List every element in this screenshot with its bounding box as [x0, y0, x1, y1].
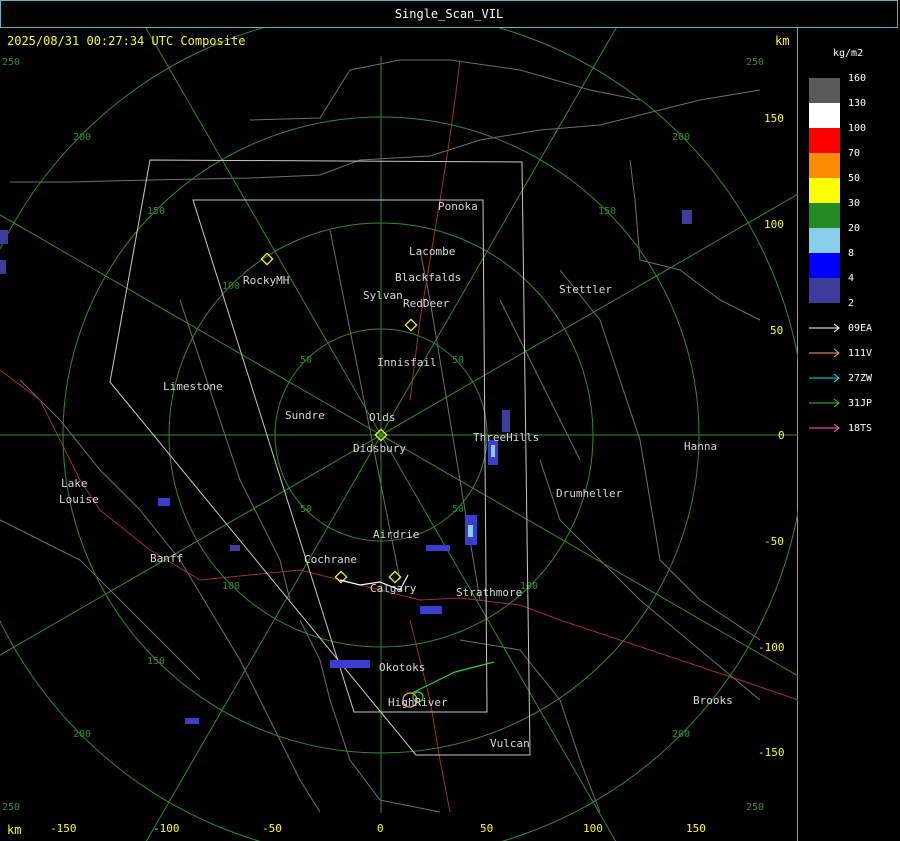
track-label: 09EA	[848, 323, 873, 334]
radar-map-canvas[interactable]: 50 50 50 50 100 100 100 150 150 150 200 …	[0, 28, 798, 841]
y-tick: -100	[758, 641, 785, 654]
svg-text:200: 200	[73, 132, 91, 143]
legend-swatch	[809, 128, 840, 153]
y-tick: 50	[770, 324, 783, 337]
place-label: HighRiver	[388, 696, 448, 709]
x-tick: 50	[480, 822, 493, 835]
svg-text:150: 150	[147, 206, 165, 217]
legend-level-label: 20	[848, 223, 861, 234]
y-tick: -50	[764, 535, 784, 548]
legend-level-label: 50	[848, 173, 861, 184]
coverage-outline	[109, 159, 531, 756]
track-label: 111V	[848, 348, 873, 359]
y-tick: -150	[758, 746, 785, 759]
svg-text:50: 50	[300, 504, 312, 515]
legend-level-label: 8	[848, 248, 855, 259]
track-label: 18TS	[848, 423, 873, 434]
radar-map[interactable]: 50 50 50 50 100 100 100 150 150 150 200 …	[0, 28, 798, 841]
title-bar: Single_Scan_VIL	[0, 0, 898, 28]
y-tick: 150	[764, 112, 784, 125]
place-label: ThreeHills	[473, 431, 539, 444]
svg-text:50: 50	[452, 355, 464, 366]
x-tick: 0	[377, 822, 384, 835]
km-label-top: km	[775, 34, 790, 48]
track-label: 27ZW	[848, 373, 873, 384]
track-arrow-icon	[809, 398, 840, 408]
legend-level-label: 2	[848, 298, 855, 309]
svg-text:150: 150	[598, 206, 616, 217]
x-axis-ticks: -150 -100 -50 0 50 100 150	[50, 822, 706, 835]
svg-text:50: 50	[300, 355, 312, 366]
place-label: Drumheller	[556, 487, 623, 500]
window-title: Single_Scan_VIL	[394, 7, 504, 21]
svg-text:50: 50	[452, 504, 464, 515]
svg-text:250: 250	[746, 802, 764, 813]
place-label: Lake	[61, 477, 88, 490]
place-label: Limestone	[163, 380, 223, 393]
place-label: Okotoks	[379, 661, 425, 674]
x-tick: 150	[686, 822, 706, 835]
track-arrow-icon	[809, 373, 840, 383]
legend-level-label: 130	[848, 98, 867, 109]
svg-text:200: 200	[73, 729, 91, 740]
track-arrow-icon	[809, 323, 840, 333]
svg-text:200: 200	[672, 132, 690, 143]
svg-text:100: 100	[222, 281, 240, 292]
x-tick: 100	[583, 822, 603, 835]
svg-text:100: 100	[520, 581, 538, 592]
place-label: Sylvan	[363, 289, 403, 302]
svg-text:150: 150	[147, 656, 165, 667]
place-label: Cochrane	[304, 553, 357, 566]
place-label: Vulcan	[490, 737, 530, 750]
x-tick: -50	[262, 822, 282, 835]
y-tick: 0	[778, 429, 785, 442]
place-label: Olds	[369, 411, 396, 424]
track-arrow-icon	[809, 423, 840, 433]
place-label: Didsbury	[353, 442, 406, 455]
legend-level-label: 100	[848, 123, 867, 134]
place-label: Hanna	[684, 440, 717, 453]
y-tick: 100	[764, 218, 784, 231]
place-label: Sundre	[285, 409, 325, 422]
place-label: Strathmore	[456, 586, 522, 599]
place-label: RedDeer	[403, 297, 450, 310]
scan-timestamp: 2025/08/31 00:27:34 UTC Composite	[7, 34, 246, 48]
x-tick: -100	[153, 822, 180, 835]
legend-swatch	[809, 278, 840, 303]
legend-level-label: 70	[848, 148, 861, 159]
place-label: Stettler	[559, 283, 612, 296]
legend-swatch	[809, 203, 840, 228]
place-label: Calgary	[370, 582, 417, 595]
legend-level-label: 30	[848, 198, 861, 209]
place-label: Ponoka	[438, 200, 478, 213]
svg-text:250: 250	[2, 802, 20, 813]
legend-swatch	[809, 253, 840, 278]
place-label: Airdrie	[373, 528, 419, 541]
svg-text:100: 100	[222, 581, 240, 592]
place-label: Brooks	[693, 694, 733, 707]
place-label: RockyMH	[243, 274, 289, 287]
place-label: Blackfalds	[395, 271, 461, 284]
place-label: Lacombe	[409, 245, 455, 258]
km-label-bottom: km	[7, 823, 22, 837]
range-radials	[0, 28, 798, 841]
svg-text:250: 250	[2, 57, 20, 68]
legend-swatch	[809, 228, 840, 253]
place-labels: Ponoka Lacombe Blackfalds Sylvan RedDeer…	[59, 200, 733, 750]
place-label: Innisfail	[377, 356, 437, 369]
place-label: Louise	[59, 493, 99, 506]
legend-level-label: 160	[848, 73, 867, 84]
legend-unit: kg/m2	[833, 48, 864, 59]
legend-level-label: 4	[848, 273, 855, 284]
legend-swatch	[809, 78, 840, 103]
legend-swatch	[809, 178, 840, 203]
track-label: 31JP	[848, 398, 873, 409]
legend-swatch	[809, 153, 840, 178]
legend-swatch	[809, 103, 840, 128]
x-tick: -150	[50, 822, 77, 835]
place-label: Banff	[150, 552, 183, 565]
svg-text:200: 200	[672, 729, 690, 740]
track-arrow-icon	[809, 348, 840, 358]
svg-text:250: 250	[746, 57, 764, 68]
